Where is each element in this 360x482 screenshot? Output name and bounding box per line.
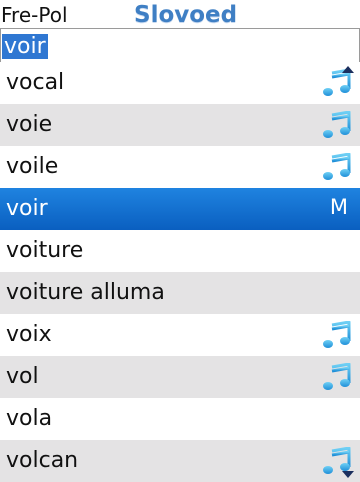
list-item-word: voir — [6, 196, 48, 221]
slovoed-logo: Slovoed — [134, 2, 238, 28]
music-note-icon[interactable] — [322, 110, 352, 139]
language-pair-label[interactable]: Fre-Pol — [1, 3, 68, 27]
scroll-down-arrow-icon[interactable] — [342, 471, 354, 478]
app-header: Fre-Pol Slovoed — [0, 0, 360, 28]
list-item[interactable]: voiture — [0, 230, 360, 272]
list-item[interactable]: voie — [0, 104, 360, 146]
music-note-icon[interactable] — [322, 68, 352, 97]
morphology-badge[interactable]: M — [330, 188, 348, 230]
list-item-word: voile — [6, 154, 59, 179]
list-item[interactable]: volcan — [0, 440, 360, 482]
scroll-up-arrow-icon[interactable] — [342, 66, 354, 73]
list-item-word: voiture alluma — [6, 280, 165, 305]
list-item-word: vola — [6, 406, 53, 431]
list-item-word: voix — [6, 322, 52, 347]
list-item-word: volcan — [6, 448, 79, 473]
list-item[interactable]: vola — [0, 398, 360, 440]
list-item[interactable]: voiture alluma — [0, 272, 360, 314]
search-input-value[interactable]: voir — [2, 34, 48, 59]
list-item[interactable]: voile — [0, 146, 360, 188]
list-item-word: vol — [6, 364, 39, 389]
music-note-icon[interactable] — [322, 152, 352, 181]
list-item[interactable]: vol — [0, 356, 360, 398]
list-item-word: vocal — [6, 70, 65, 95]
search-input[interactable]: voir — [0, 28, 360, 65]
list-item-word: voie — [6, 112, 53, 137]
music-note-icon[interactable] — [322, 362, 352, 391]
list-item[interactable]: voix — [0, 314, 360, 356]
list-item[interactable]: vocal — [0, 62, 360, 104]
music-note-icon[interactable] — [322, 320, 352, 349]
list-item-word: voiture — [6, 238, 84, 263]
list-item[interactable]: voir M — [0, 188, 360, 230]
